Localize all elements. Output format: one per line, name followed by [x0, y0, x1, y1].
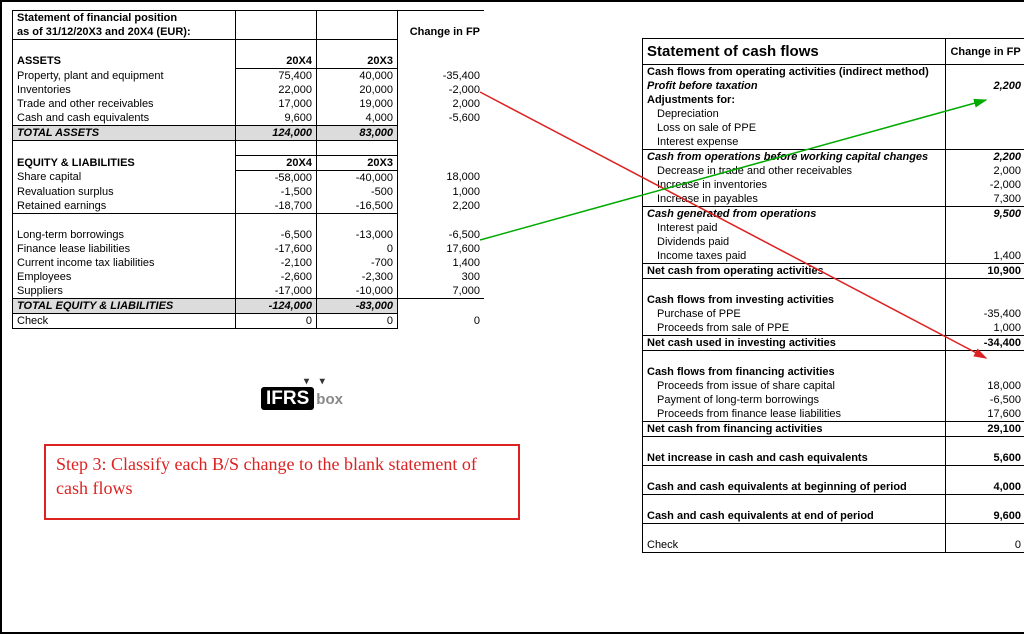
step3-callout: Step 3: Classify each B/S change to the … [44, 444, 520, 520]
assets-hdr: ASSETS [13, 54, 236, 69]
tr-label: Trade and other receivables [13, 97, 236, 111]
left-table: Statement of financial position as of 31… [12, 10, 484, 329]
page-container: Statement of financial position as of 31… [0, 0, 1024, 634]
total-assets: TOTAL ASSETS [13, 126, 236, 141]
right-table: Statement of cash flowsChange in FP Cash… [642, 38, 1024, 553]
eq-hdr: EQUITY & LIABILITIES [13, 155, 236, 170]
ncia: Net cash used in investing activities [643, 336, 946, 351]
sofp-title: Statement of financial position [13, 11, 236, 26]
ncfa: Net cash from financing activities [643, 422, 946, 437]
inv-label: Inventories [13, 83, 236, 97]
ifrsbox-logo: ▾ ▾IFRSbox [260, 387, 343, 410]
sofp-subtitle: as of 31/12/20X3 and 20X4 (EUR): [13, 25, 236, 40]
total-eq: TOTAL EQUITY & LIABILITIES [13, 298, 236, 313]
cash-label: Cash and cash equivalents [13, 111, 236, 126]
scf-chg-hdr: Change in FP [946, 39, 1024, 65]
change-fp-hdr: Change in FP [398, 25, 485, 40]
ncoa: Net cash from operating activities [643, 264, 946, 279]
ppe-label: Property, plant and equipment [13, 69, 236, 84]
scf-title: Statement of cash flows [643, 39, 946, 65]
